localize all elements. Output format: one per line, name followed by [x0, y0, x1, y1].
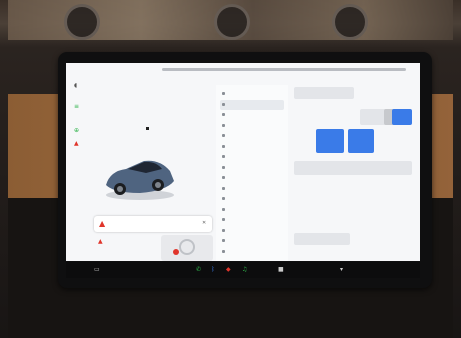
bluetooth-icon[interactable]: ᛒ — [211, 266, 215, 273]
menu-item-icon — [222, 218, 225, 221]
menu-item-icon — [222, 123, 225, 127]
close-icon[interactable]: ✕ — [202, 220, 206, 226]
menu-item-icon — [222, 186, 225, 190]
panel-tile-0[interactable] — [294, 87, 354, 99]
panel-tile-5[interactable] — [348, 129, 374, 153]
settings-menu — [216, 85, 288, 261]
photo-scene: ◖ ≡ ⊕ ▲ ▲ ✕ ▲ ▭ ✆ ᛒ ◆ ♫ ■ ▾ — [0, 0, 461, 338]
menu-item-icon — [222, 176, 225, 179]
music-icon[interactable]: ♫ — [242, 266, 247, 273]
menu-item[interactable] — [220, 184, 284, 194]
menu-item-icon — [222, 155, 225, 158]
menu-item[interactable] — [220, 236, 284, 246]
menu-item[interactable] — [220, 226, 284, 236]
car-icon[interactable]: ▭ — [94, 266, 100, 273]
panel-tile-6[interactable] — [294, 161, 412, 175]
garage-background — [8, 0, 453, 40]
fog-icon[interactable]: ≡ — [74, 104, 79, 110]
menu-item-icon — [222, 165, 225, 169]
menu-item-icon — [222, 92, 225, 95]
menu-item-icon — [222, 102, 225, 106]
menu-item[interactable] — [220, 194, 284, 204]
menu-item[interactable] — [220, 121, 284, 131]
panel-tile-7[interactable] — [294, 233, 350, 245]
panel-tile-4[interactable] — [316, 129, 344, 153]
menu-item[interactable] — [220, 89, 284, 99]
front-rim — [117, 186, 123, 192]
apps-icon[interactable]: ◆ — [226, 266, 231, 273]
media-icon[interactable]: ■ — [278, 266, 284, 273]
menu-item[interactable] — [220, 131, 284, 141]
menu-item-icon — [222, 249, 225, 253]
menu-item[interactable] — [220, 163, 284, 173]
menu-item-icon — [222, 239, 225, 242]
menu-item[interactable] — [220, 142, 284, 152]
menu-item[interactable] — [220, 110, 284, 120]
car-model-image — [106, 160, 174, 200]
menu-item-icon — [222, 144, 225, 148]
menu-item[interactable] — [220, 247, 284, 257]
tire-right — [332, 4, 368, 40]
menu-item[interactable] — [220, 173, 284, 183]
menu-item[interactable] — [220, 205, 284, 215]
taskbar: ▭ ✆ ᛒ ◆ ♫ ■ ▾ — [66, 262, 420, 278]
charge-alert-icon: ▲ — [98, 238, 103, 245]
tire-center — [214, 4, 250, 40]
menu-item-icon — [222, 207, 225, 211]
phone-icon[interactable]: ✆ — [196, 266, 201, 273]
menu-item-icon — [222, 134, 225, 137]
menu-item[interactable] — [220, 215, 284, 225]
controls-panel — [290, 83, 416, 261]
status-bar-strip — [162, 68, 406, 71]
warning-icon: ▲ — [99, 219, 106, 228]
charge-status[interactable]: ▲ — [94, 235, 169, 249]
alert-banner[interactable]: ▲ ✕ — [94, 216, 212, 232]
headlights-icon[interactable]: ◖ — [74, 83, 77, 89]
map-road — [179, 239, 195, 255]
menu-item-icon — [222, 113, 225, 116]
menu-item-icon — [222, 197, 225, 200]
seatbelt-icon: ▲ — [74, 140, 79, 147]
touchscreen[interactable]: ◖ ≡ ⊕ ▲ ▲ ✕ ▲ — [66, 63, 420, 261]
menu-item-icon — [222, 228, 225, 232]
map-pin — [173, 249, 179, 255]
volume-icon[interactable]: ▾ — [340, 266, 343, 273]
trunk-marker — [146, 127, 149, 130]
menu-item[interactable] — [220, 99, 284, 110]
mini-map[interactable] — [161, 235, 213, 261]
menu-item[interactable] — [220, 152, 284, 162]
rear-rim — [155, 182, 161, 188]
panel-tile-3[interactable] — [392, 109, 412, 125]
tire-left — [64, 4, 100, 40]
status-bar — [66, 63, 420, 75]
autohold-icon[interactable]: ⊕ — [74, 128, 79, 134]
